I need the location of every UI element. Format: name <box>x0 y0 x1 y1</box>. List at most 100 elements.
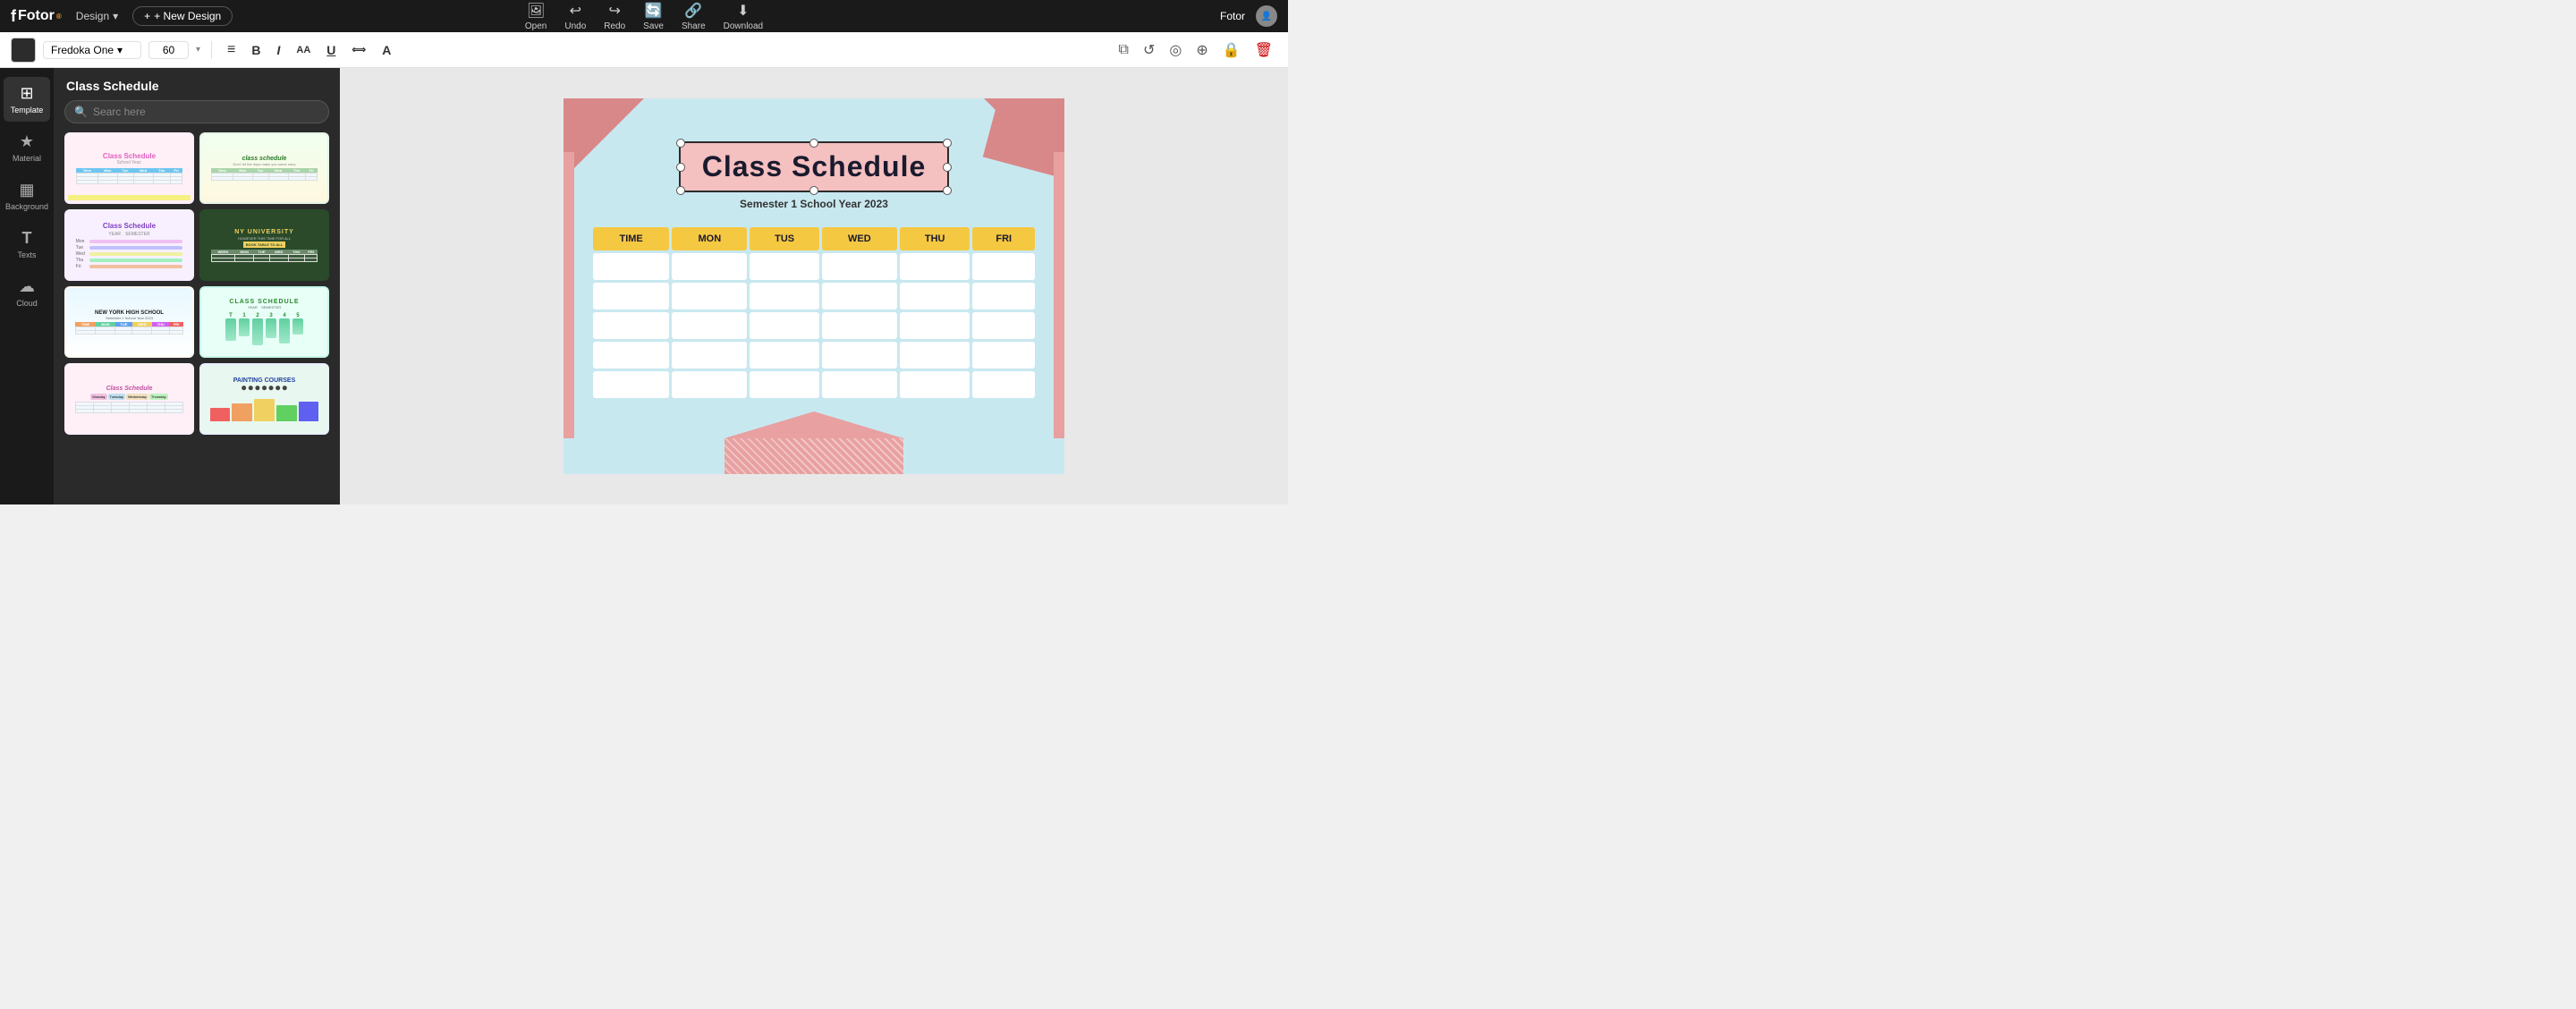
fotor-logo[interactable]: f Fotor ® <box>11 7 62 26</box>
font-size-button[interactable]: AA <box>292 42 315 58</box>
table-row <box>593 342 1035 369</box>
underline-button[interactable]: U <box>322 40 340 60</box>
template-thumb-6[interactable]: CLASS SCHEDULE YEAR SEMESTER T 1 2 <box>199 286 329 358</box>
cell <box>822 371 897 398</box>
cell <box>972 312 1035 339</box>
search-input[interactable] <box>93 106 319 118</box>
cell <box>900 312 970 339</box>
save-tool[interactable]: 🔄 Save <box>643 2 664 31</box>
cell <box>822 283 897 309</box>
text-case-button[interactable]: A <box>377 40 395 60</box>
table-row <box>593 283 1035 309</box>
col-header-time: TIME <box>593 227 669 250</box>
cell <box>900 253 970 280</box>
top-right-area: Fotor 👤 <box>1220 5 1277 27</box>
handle-bm[interactable] <box>809 186 818 195</box>
duplicate-button[interactable]: ⧉ <box>1114 39 1133 61</box>
template-thumb-1[interactable]: Class Schedule School Year: TimeMonTueWe… <box>64 132 194 204</box>
material-icon: ★ <box>20 132 34 151</box>
canvas-content: Class Schedule Semester 1 School Year 20… <box>581 107 1046 465</box>
font-color-swatch[interactable] <box>11 38 36 63</box>
open-tool[interactable]: 🖼 Open <box>525 2 547 31</box>
download-label: Download <box>724 21 763 31</box>
undo-label: Undo <box>564 21 586 31</box>
cell <box>900 283 970 309</box>
save-icon: 🔄 <box>645 2 663 20</box>
template-thumb-8[interactable]: PAINTING COURSES ⬤⬤⬤⬤⬤⬤⬤ <box>199 363 329 435</box>
cell <box>972 371 1035 398</box>
share-tool[interactable]: 🔗 Share <box>682 2 706 31</box>
cell <box>593 342 669 369</box>
cell <box>822 342 897 369</box>
sidebar-item-texts[interactable]: T Texts <box>4 222 50 267</box>
template-thumb-3[interactable]: Class Schedule YEARSEMESTER Mon Tue <box>64 209 194 281</box>
sidebar-item-material[interactable]: ★ Material <box>4 125 50 170</box>
handle-bl[interactable] <box>676 186 685 195</box>
handle-tm[interactable] <box>809 139 818 148</box>
font-size-input[interactable]: 60 <box>148 41 189 59</box>
main-title-box[interactable]: Class Schedule <box>679 141 950 192</box>
redo-label: Redo <box>604 21 625 31</box>
new-design-button[interactable]: + + New Design <box>132 6 233 26</box>
redo-tool[interactable]: ↪ Redo <box>604 2 625 31</box>
download-tool[interactable]: ⬇ Download <box>724 2 763 31</box>
handle-br[interactable] <box>943 186 952 195</box>
layers-button[interactable]: ⊕ <box>1191 38 1212 62</box>
col-header-tue: TUS <box>750 227 818 250</box>
cell <box>750 342 818 369</box>
sidebar-item-cloud[interactable]: ☁ Cloud <box>4 270 50 315</box>
template-thumb-2[interactable]: class schedule Don't let the days make y… <box>199 132 329 204</box>
bold-button[interactable]: B <box>247 40 265 60</box>
logo-full: Fotor <box>18 8 55 24</box>
delete-button[interactable]: 🗑 <box>1250 38 1277 62</box>
top-navbar: f Fotor ® Design ▾ + + New Design 🖼 Open… <box>0 0 1288 32</box>
chevron-down-icon: ▾ <box>113 10 118 22</box>
cell <box>672 342 747 369</box>
chevron-down-icon: ▾ <box>117 44 123 56</box>
letter-spacing-button[interactable]: ⟺ <box>347 41 370 58</box>
font-selector[interactable]: Fredoka One ▾ <box>43 41 141 59</box>
template-thumb-4[interactable]: NY UNIVERSITY HOWEVER THIS TIME FOR ALL … <box>199 209 329 281</box>
cell <box>900 342 970 369</box>
share-label: Share <box>682 21 706 31</box>
cell <box>593 371 669 398</box>
italic-button[interactable]: I <box>273 40 285 60</box>
panel-title: Class Schedule <box>66 79 159 93</box>
template-thumb-5[interactable]: NEW YORK HIGH SCHOOL Semester 1 School Y… <box>64 286 194 358</box>
logo-dot: ® <box>56 13 62 21</box>
title-container[interactable]: Class Schedule <box>679 123 950 192</box>
template-thumb-7[interactable]: Class Schedule Monday Tuesday Wednesday … <box>64 363 194 435</box>
material-label: Material <box>13 154 41 163</box>
design-label: Design <box>76 10 109 22</box>
handle-tl[interactable] <box>676 139 685 148</box>
search-box[interactable]: 🔍 <box>64 100 329 123</box>
sidebar-item-template[interactable]: ⊞ Template <box>4 77 50 122</box>
cell <box>593 283 669 309</box>
templates-panel: Class Schedule 🔍 Class Schedule School Y… <box>54 68 340 504</box>
align-button[interactable]: ≡ <box>223 39 240 61</box>
top-center-toolbar: 🖼 Open ↩ Undo ↪ Redo 🔄 Save 🔗 Share ⬇ Do… <box>525 2 763 31</box>
refresh-button[interactable]: ↺ <box>1139 38 1159 62</box>
col-header-fri: FRI <box>972 227 1035 250</box>
canvas-background: Class Schedule Semester 1 School Year 20… <box>564 98 1064 474</box>
table-row <box>593 253 1035 280</box>
texts-label: Texts <box>17 250 36 259</box>
canvas-area: Class Schedule Semester 1 School Year 20… <box>340 68 1288 504</box>
undo-tool[interactable]: ↩ Undo <box>564 2 586 31</box>
design-dropdown[interactable]: Design ▾ <box>76 10 118 22</box>
user-avatar[interactable]: 👤 <box>1256 5 1277 27</box>
cell <box>822 312 897 339</box>
canvas-title: Class Schedule <box>702 150 927 182</box>
crop-button[interactable]: ◎ <box>1165 38 1186 62</box>
sidebar-item-background[interactable]: ▦ Background <box>4 174 50 218</box>
handle-tr[interactable] <box>943 139 952 148</box>
handle-ml[interactable] <box>676 163 685 172</box>
lock-button[interactable]: 🔒 <box>1218 38 1245 62</box>
handle-mr[interactable] <box>943 163 952 172</box>
cell <box>593 253 669 280</box>
cell <box>972 342 1035 369</box>
download-icon: ⬇ <box>737 2 749 20</box>
texts-icon: T <box>22 229 32 248</box>
cell <box>672 283 747 309</box>
background-label: Background <box>5 202 48 211</box>
